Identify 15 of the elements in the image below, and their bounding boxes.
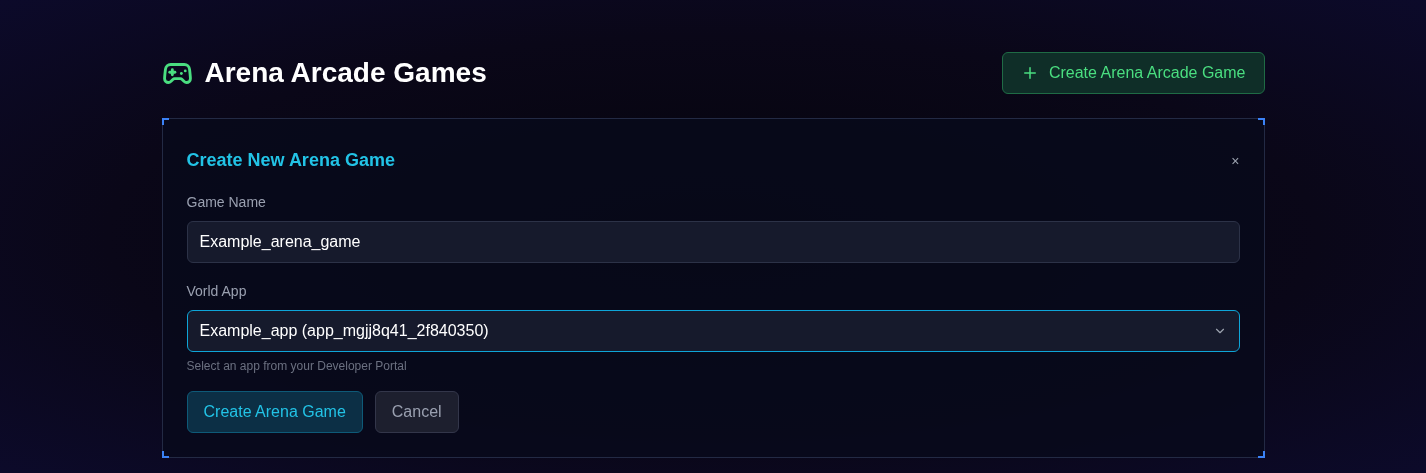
page-title: Arena Arcade Games bbox=[204, 56, 487, 90]
corner-bracket bbox=[1257, 118, 1265, 125]
corner-bracket bbox=[161, 118, 169, 125]
app-select[interactable]: Example_app (app_mgjj8q41_2f840350) bbox=[186, 310, 1240, 352]
game-name-field[interactable]: Example_arena_game bbox=[186, 221, 1240, 263]
close-button[interactable]: × bbox=[1231, 153, 1240, 168]
create-game-button[interactable]: Create Arena Arcade Game bbox=[1001, 52, 1265, 94]
create-arena-game-button[interactable]: Create Arena Game bbox=[186, 391, 363, 433]
cancel-button[interactable]: Cancel bbox=[374, 391, 459, 433]
field-label: Vorld App bbox=[186, 282, 248, 301]
corner-bracket bbox=[161, 451, 169, 458]
dialog-title: Create New Arena Game bbox=[186, 149, 395, 172]
corner-bracket bbox=[1257, 451, 1265, 458]
field-label: Game Name bbox=[186, 193, 267, 212]
field-hint: Select an app from your Developer Portal bbox=[186, 358, 408, 375]
